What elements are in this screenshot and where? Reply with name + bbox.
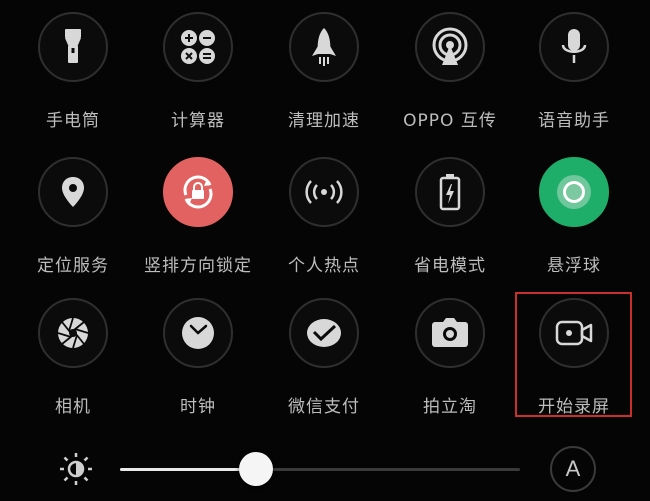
tile-label: 计算器 xyxy=(171,111,225,131)
tile-label: 清理加速 xyxy=(288,111,360,131)
floating-ball-icon xyxy=(539,157,609,227)
tile-label: OPPO 互传 xyxy=(403,111,497,131)
camera-aperture-icon xyxy=(38,298,108,368)
share-signal-icon xyxy=(415,12,485,82)
hotspot-icon xyxy=(289,157,359,227)
tile-pailitao[interactable]: 拍立淘 xyxy=(390,298,510,417)
battery-saver-icon xyxy=(415,157,485,227)
brightness-slider-knob[interactable] xyxy=(239,452,273,486)
tile-power-saving[interactable]: 省电模式 xyxy=(390,157,510,276)
rocket-icon xyxy=(289,12,359,82)
brightness-slider[interactable] xyxy=(120,452,520,486)
clock-icon xyxy=(163,298,233,368)
tile-label: 个人热点 xyxy=(288,256,360,276)
tile-rotation-lock[interactable]: 竖排方向锁定 xyxy=(138,157,258,276)
brightness-icon xyxy=(58,451,94,491)
tile-floating-ball[interactable]: 悬浮球 xyxy=(514,157,634,276)
tile-label: 悬浮球 xyxy=(547,256,601,276)
tile-label: 定位服务 xyxy=(37,256,109,276)
rotation-lock-icon xyxy=(163,157,233,227)
tile-label: 拍立淘 xyxy=(423,397,477,417)
tile-label: 微信支付 xyxy=(288,397,360,417)
tile-oppo-share[interactable]: OPPO 互传 xyxy=(390,12,510,131)
location-pin-icon xyxy=(38,157,108,227)
calculator-icon xyxy=(163,12,233,82)
tile-wechat-pay[interactable]: 微信支付 xyxy=(264,298,384,417)
tile-hotspot[interactable]: 个人热点 xyxy=(264,157,384,276)
flashlight-icon xyxy=(38,12,108,82)
wechat-pay-icon xyxy=(289,298,359,368)
tile-label: 时钟 xyxy=(180,397,216,417)
tile-label: 相机 xyxy=(55,397,91,417)
tile-voice-assistant[interactable]: 语音助手 xyxy=(514,12,634,131)
tile-label: 省电模式 xyxy=(414,256,486,276)
auto-brightness-button[interactable]: A xyxy=(550,446,596,492)
tile-camera[interactable]: 相机 xyxy=(13,298,133,417)
tile-cleanup-boost[interactable]: 清理加速 xyxy=(264,12,384,131)
microphone-icon xyxy=(539,12,609,82)
camera-icon xyxy=(415,298,485,368)
tile-label: 手电筒 xyxy=(46,111,100,131)
quick-settings-grid: 手电筒 计算器 清理加速 OPPO 互传 语音助手 定位服务 竖排方向锁定 个人… xyxy=(0,0,650,440)
tile-clock[interactable]: 时钟 xyxy=(138,298,258,417)
tile-calculator[interactable]: 计算器 xyxy=(138,12,258,131)
tile-location[interactable]: 定位服务 xyxy=(13,157,133,276)
tile-label: 竖排方向锁定 xyxy=(144,256,252,276)
tile-label: 语音助手 xyxy=(538,111,610,131)
screen-record-highlight xyxy=(515,292,632,417)
brightness-slider-fill xyxy=(120,468,256,471)
tile-flashlight[interactable]: 手电筒 xyxy=(13,12,133,131)
